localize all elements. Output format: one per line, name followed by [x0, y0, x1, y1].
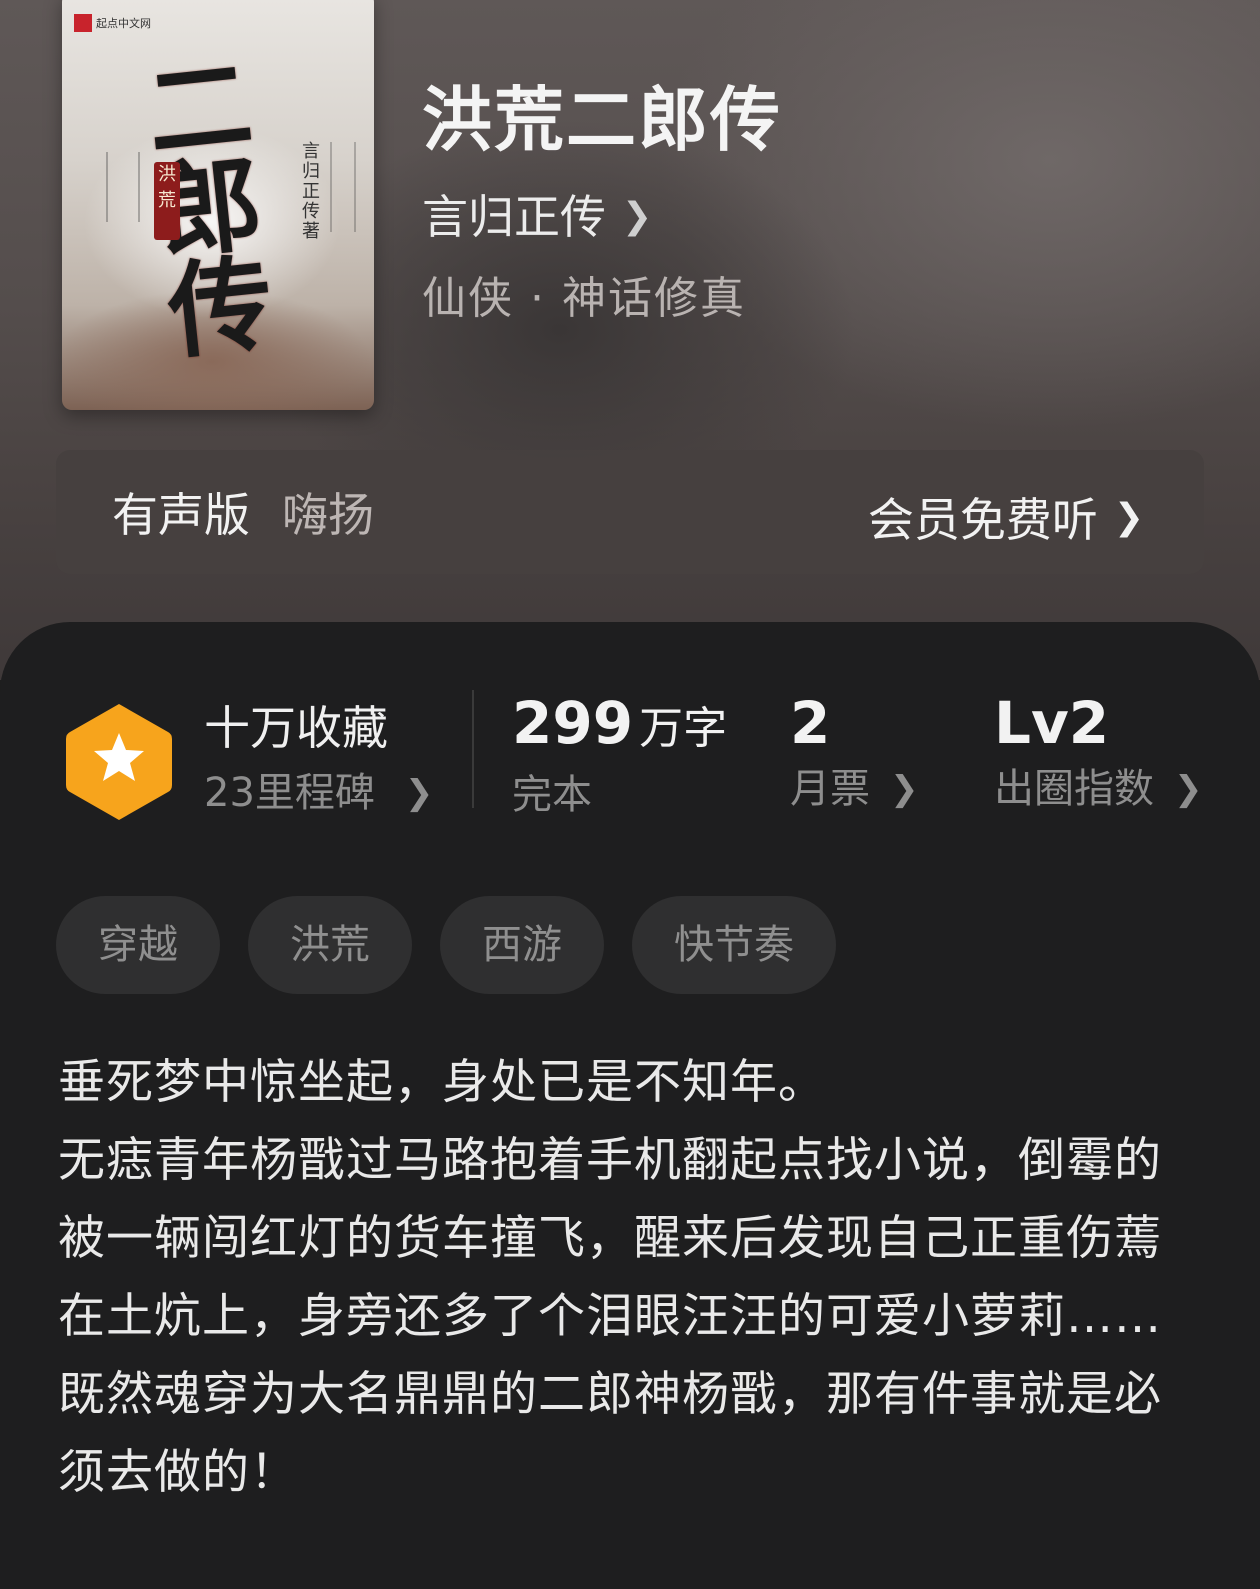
popularity-index-stat[interactable]: Lv2 出圈指数 ❯ — [994, 690, 1203, 814]
star-hexagon-icon[interactable] — [64, 700, 174, 824]
audio-version-bar[interactable]: 有声版 嗨扬 会员免费听 ❯ — [56, 450, 1204, 574]
word-count-unit: 万字 — [639, 703, 728, 754]
collection-title: 十万收藏 — [204, 701, 388, 755]
popularity-index-value: Lv2 — [994, 689, 1110, 757]
cover-decoration — [106, 152, 140, 222]
word-count-value: 299 — [512, 689, 634, 757]
description-paragraph: 既然魂穿为大名鼎鼎的二郎神杨戬，那有件事就是必须去做的！ — [58, 1367, 1162, 1500]
author-name: 言归正传 — [422, 190, 606, 244]
cover-decoration — [330, 142, 356, 232]
tag-list: 穿越 洪荒 西游 快节奏 — [56, 896, 836, 994]
description-paragraph: 垂死梦中惊坐起，身处已是不知年。 — [58, 1055, 826, 1110]
description-paragraph: 无痣青年杨戬过马路抱着手机翻起点找小说，倒霉的被一辆闯红灯的货车撞飞，醒来后发现… — [58, 1133, 1162, 1344]
book-cover[interactable]: 起点中文网 二郎传 洪荒 言归正传著 — [62, 0, 374, 410]
chevron-right-icon: ❯ — [890, 769, 919, 809]
milestone-count: 23里程碑 — [204, 770, 375, 816]
completion-status: 完本 — [512, 772, 592, 818]
cta-label: 会员免费听 — [867, 493, 1098, 547]
tag-chip[interactable]: 快节奏 — [632, 896, 836, 994]
tag-chip[interactable]: 穿越 — [56, 896, 220, 994]
cover-author: 言归正传著 — [302, 141, 320, 242]
member-free-listen-button[interactable]: 会员免费听 ❯ — [868, 484, 1144, 550]
word-count-stat: 299 万字 完本 — [512, 690, 727, 820]
chevron-right-icon: ❯ — [404, 773, 434, 813]
book-description[interactable]: 垂死梦中惊坐起，身处已是不知年。 无痣青年杨戬过马路抱着手机翻起点找小说，倒霉的… — [58, 1044, 1208, 1512]
monthly-ticket-label: 月票 — [790, 766, 870, 812]
tag-chip[interactable]: 西游 — [440, 896, 604, 994]
cover-seal: 洪荒 — [154, 162, 180, 240]
monthly-ticket-value: 2 — [790, 689, 831, 757]
publisher-logo: 起点中文网 — [74, 14, 158, 32]
chevron-right-icon: ❯ — [1174, 769, 1203, 809]
monthly-ticket-stat[interactable]: 2 月票 ❯ — [790, 690, 919, 814]
stat-divider — [472, 690, 474, 808]
popularity-index-label: 出圈指数 — [994, 766, 1154, 812]
audio-narrator: 嗨扬 — [282, 488, 374, 542]
author-link[interactable]: 言归正传 ❯ — [422, 190, 652, 244]
book-genre: 仙侠 · 神话修真 — [422, 273, 746, 324]
chevron-right-icon: ❯ — [1113, 496, 1144, 538]
audio-label: 有声版 — [112, 488, 250, 542]
chevron-right-icon: ❯ — [622, 196, 653, 237]
book-title: 洪荒二郎传 — [422, 79, 782, 161]
tag-chip[interactable]: 洪荒 — [248, 896, 412, 994]
